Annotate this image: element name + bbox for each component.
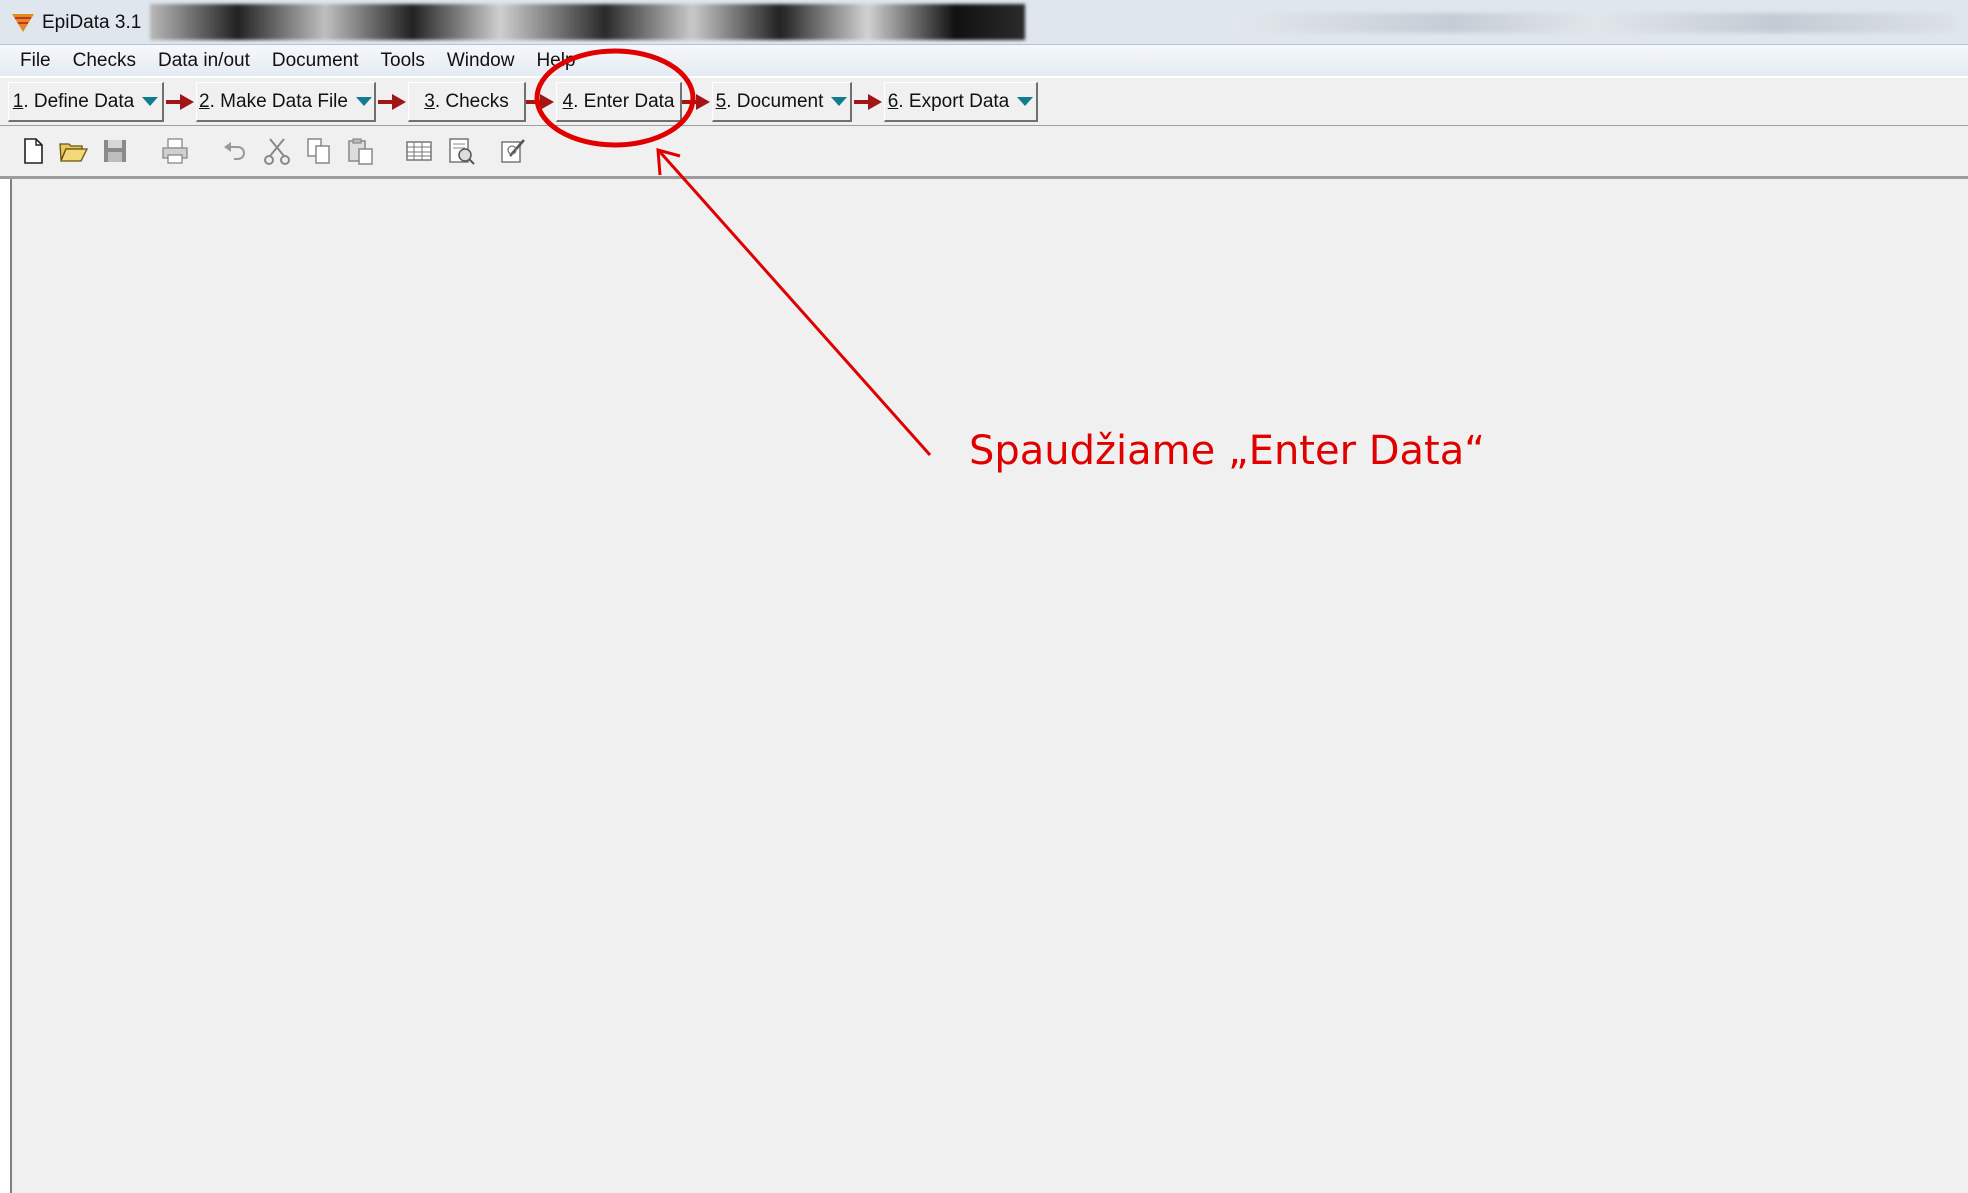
make-data-file-button[interactable]: 2. Make Data File (196, 82, 376, 122)
make-data-file-text: . Make Data File (209, 90, 348, 112)
table-icon[interactable] (404, 136, 434, 166)
workflow-arrow-icon (526, 94, 554, 110)
make-data-file-key: 2 (199, 90, 210, 112)
enter-data-button[interactable]: 4. Enter Data (556, 82, 682, 122)
enter-data-label: 4. Enter Data (563, 91, 675, 113)
document-button[interactable]: 5. Document (712, 82, 852, 122)
enter-data-text: . Enter Data (573, 90, 675, 112)
document-key: 5 (715, 90, 727, 112)
blurred-window-caption (1235, 13, 1955, 33)
workflow-arrow-icon (682, 94, 710, 110)
workflow-arrow-icon (378, 94, 406, 110)
workspace-area (0, 179, 1968, 1193)
menu-help[interactable]: Help (536, 50, 575, 72)
define-data-key: 1 (12, 90, 24, 112)
export-data-label: 6. Export Data (888, 91, 1009, 113)
menu-bar: File Checks Data in/out Document Tools W… (0, 45, 1968, 76)
print-icon[interactable] (160, 136, 190, 166)
document-text: . Document (726, 90, 824, 112)
blurred-title-region (150, 4, 1025, 40)
window-title: EpiData 3.1 (42, 12, 142, 33)
icon-toolbar (0, 126, 1968, 179)
menu-file[interactable]: File (20, 50, 51, 72)
workflow-toolbar: 1. Define Data 2. Make Data File 3. Chec… (0, 78, 1968, 126)
annotation-text: Spaudžiame „Enter Data“ (969, 428, 1485, 474)
edit-icon[interactable] (498, 136, 528, 166)
undo-icon[interactable] (220, 136, 250, 166)
new-file-icon[interactable] (18, 136, 48, 166)
epidata-logo-icon (12, 14, 34, 32)
workflow-arrow-icon (166, 94, 194, 110)
checks-text: . Checks (434, 90, 509, 112)
title-bar: EpiData 3.1 (0, 0, 1968, 45)
menu-checks[interactable]: Checks (73, 50, 136, 72)
checks-key: 3 (424, 90, 435, 112)
menu-document[interactable]: Document (272, 50, 359, 72)
define-data-dropdown-icon (142, 97, 159, 106)
export-data-key: 6 (887, 90, 899, 112)
checks-label: 3. Checks (424, 91, 509, 113)
menu-data-in-out[interactable]: Data in/out (158, 50, 250, 72)
document-dropdown-icon (831, 97, 848, 106)
open-folder-icon[interactable] (58, 136, 88, 166)
copy-icon[interactable] (304, 136, 334, 166)
define-data-button[interactable]: 1. Define Data (8, 82, 164, 122)
export-data-button[interactable]: 6. Export Data (884, 82, 1038, 122)
workspace-inner (10, 179, 1968, 1193)
enter-data-key: 4 (562, 90, 574, 112)
save-icon[interactable] (100, 136, 130, 166)
export-data-dropdown-icon (1017, 97, 1034, 106)
paste-icon[interactable] (346, 136, 376, 166)
menu-window[interactable]: Window (447, 50, 515, 72)
menu-tools[interactable]: Tools (381, 50, 425, 72)
document-label: 5. Document (716, 91, 824, 113)
make-data-file-label: 2. Make Data File (199, 91, 348, 113)
checks-button[interactable]: 3. Checks (408, 82, 526, 122)
define-data-label: 1. Define Data (13, 91, 134, 113)
cut-icon[interactable] (262, 136, 292, 166)
workflow-arrow-icon (854, 94, 882, 110)
preview-icon[interactable] (446, 136, 476, 166)
define-data-text: . Define Data (23, 90, 135, 112)
make-data-file-dropdown-icon (355, 97, 372, 106)
export-data-text: . Export Data (898, 90, 1010, 112)
